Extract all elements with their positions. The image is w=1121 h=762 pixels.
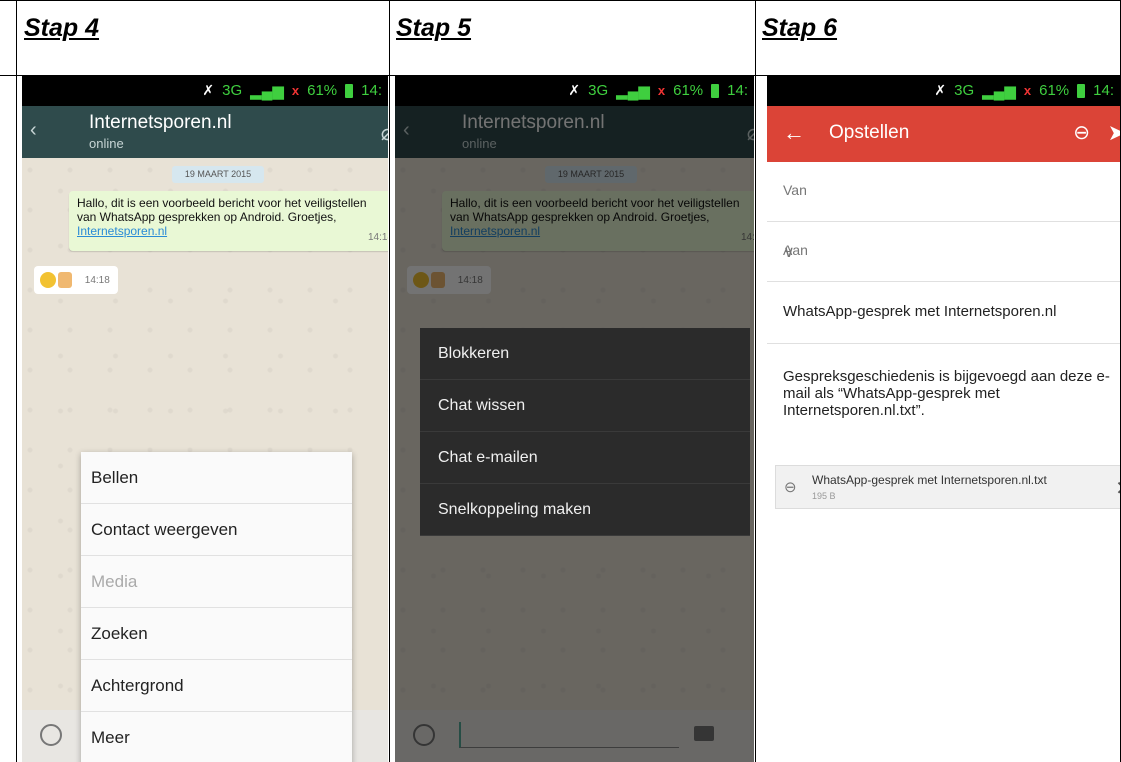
paperclip-icon[interactable]: ⊖ xyxy=(1073,120,1090,145)
network-label: 3G xyxy=(588,82,609,99)
mute-icon: ✗ xyxy=(568,82,581,98)
menu-item-achtergrond[interactable]: Achtergrond xyxy=(81,660,352,712)
menu-item-snelkoppeling[interactable]: Snelkoppeling maken xyxy=(420,484,750,536)
emoji-message[interactable]: 14:18 xyxy=(34,266,118,294)
attachment-name: WhatsApp-gesprek met Internetsporen.nl.t… xyxy=(812,473,1047,487)
step-5-heading: Stap 5 xyxy=(396,14,472,42)
compose-toolbar: ← Opstellen ⊖ ➤ xyxy=(767,106,1120,162)
chat-status: online xyxy=(89,136,124,151)
column-divider-2 xyxy=(755,0,756,762)
column-divider-1 xyxy=(389,0,390,762)
chat-message[interactable]: Hallo, dit is een voorbeeld bericht voor… xyxy=(69,191,388,251)
menu-item-zoeken[interactable]: Zoeken xyxy=(81,608,352,660)
arrow-back-icon[interactable]: ← xyxy=(783,120,805,146)
menu-item-contact[interactable]: Contact weergeven xyxy=(81,504,352,556)
emoji-message-time: 14:18 xyxy=(84,274,110,286)
signal-icon: ▂▄▆ xyxy=(982,82,1016,100)
overflow-menu: Bellen Contact weergeven Media Zoeken Ac… xyxy=(81,452,352,762)
grin-emoji-icon xyxy=(40,272,56,288)
battery-icon xyxy=(711,83,720,98)
status-bar: ✗ 3G ▂▄▆ x 61% 14: xyxy=(767,75,1120,106)
thumbs-up-icon xyxy=(58,272,72,288)
status-bar: ✗ 3G ▂▄▆ x 61% 14: xyxy=(22,75,388,106)
screenshot-step-6: ✗ 3G ▂▄▆ x 61% 14: ← Opstellen ⊖ ➤ Van A… xyxy=(767,75,1120,762)
menu-item-chat-emailen[interactable]: Chat e-mailen xyxy=(420,432,750,484)
body-text[interactable]: Gespreksgeschiedenis is bijgevoegd aan d… xyxy=(783,368,1120,419)
to-field[interactable]: Aan ∨ xyxy=(767,222,1120,282)
screenshot-step-5: ✗ 3G ▂▄▆ x 61% 14: ‹ Internetsporen.nl o… xyxy=(395,75,754,762)
menu-item-blokkeren[interactable]: Blokkeren xyxy=(420,328,750,380)
smiley-icon[interactable] xyxy=(40,724,62,746)
chat-header: ‹ Internetsporen.nl online ⌀ xyxy=(22,106,388,158)
compose-title: Opstellen xyxy=(829,122,910,143)
subject-text: WhatsApp-gesprek met Internetsporen.nl xyxy=(783,303,1057,320)
mute-icon: ✗ xyxy=(934,82,947,98)
step-6-heading: Stap 6 xyxy=(762,14,838,42)
from-label: Van xyxy=(783,182,807,198)
message-text: Hallo, dit is een voorbeeld bericht voor… xyxy=(77,196,367,224)
menu-item-bellen[interactable]: Bellen xyxy=(81,452,352,504)
message-link[interactable]: Internetsporen.nl xyxy=(77,224,167,238)
battery-icon xyxy=(1077,83,1086,98)
close-icon[interactable]: ✕ xyxy=(1115,476,1120,501)
clock: 14: xyxy=(361,82,382,99)
send-icon[interactable]: ➤ xyxy=(1108,120,1120,146)
chat-title[interactable]: Internetsporen.nl xyxy=(89,112,232,134)
no-data-icon: x xyxy=(291,83,300,98)
screenshot-step-4: ✗ 3G ▂▄▆ x 61% 14: ‹ Internetsporen.nl o… xyxy=(22,75,388,762)
back-icon[interactable]: ‹ xyxy=(30,119,37,142)
clock: 14: xyxy=(727,82,748,99)
paperclip-icon: ⊖ xyxy=(784,479,797,496)
signal-icon: ▂▄▆ xyxy=(250,82,284,100)
chevron-down-icon[interactable]: ∨ xyxy=(783,242,1120,262)
compose-form: Van Aan ∨ WhatsApp-gesprek met Internetsp… xyxy=(767,162,1120,762)
table-border-top xyxy=(0,0,1121,1)
battery-percent: 61% xyxy=(307,82,338,99)
network-label: 3G xyxy=(222,82,243,99)
no-data-icon: x xyxy=(1023,83,1032,98)
paperclip-icon[interactable]: ⌀ xyxy=(381,120,388,146)
menu-item-chat-wissen[interactable]: Chat wissen xyxy=(420,380,750,432)
battery-percent: 61% xyxy=(673,82,704,99)
from-field[interactable]: Van xyxy=(767,162,1120,222)
status-bar: ✗ 3G ▂▄▆ x 61% 14: xyxy=(395,75,754,106)
message-time: 14:18 xyxy=(367,232,388,243)
menu-item-meer[interactable]: Meer xyxy=(81,712,352,762)
attachment-chip[interactable]: ⊖ WhatsApp-gesprek met Internetsporen.nl… xyxy=(775,465,1120,509)
mute-icon: ✗ xyxy=(202,82,215,98)
date-chip: 19 MAART 2015 xyxy=(172,166,264,183)
menu-item-media: Media xyxy=(81,556,352,608)
table-border-left xyxy=(16,0,17,762)
step-4-heading: Stap 4 xyxy=(24,14,100,42)
context-menu: Blokkeren Chat wissen Chat e-mailen Snel… xyxy=(420,328,750,536)
signal-icon: ▂▄▆ xyxy=(616,82,650,100)
battery-percent: 61% xyxy=(1039,82,1070,99)
attachment-size: 195 B xyxy=(812,491,836,501)
no-data-icon: x xyxy=(657,83,666,98)
clock: 14: xyxy=(1093,82,1114,99)
network-label: 3G xyxy=(954,82,975,99)
battery-icon xyxy=(345,83,354,98)
